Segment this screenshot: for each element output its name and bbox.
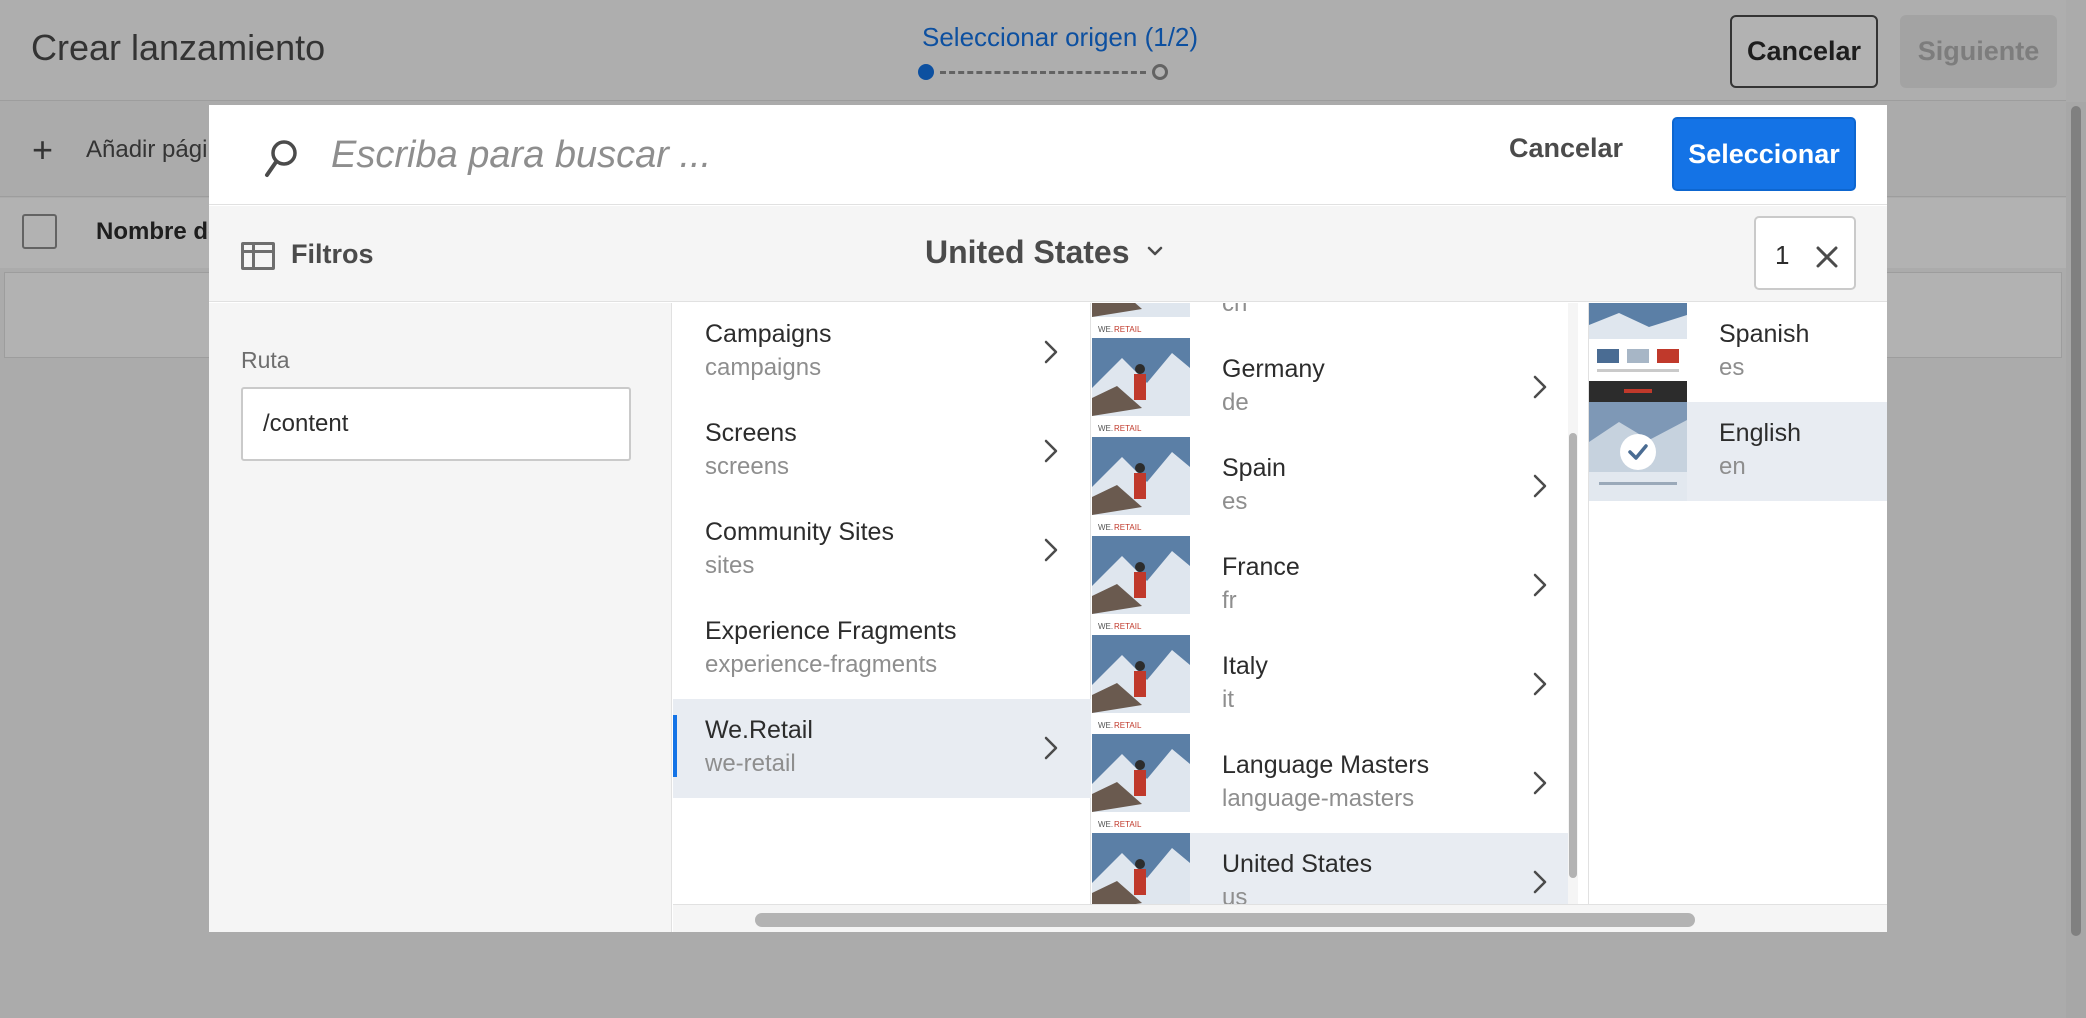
column-root: Campaigns campaigns Screens screens Comm… [673,303,1091,904]
thumbnail: WE. RETAIL [1092,635,1190,734]
filters-panel-icon[interactable] [241,242,275,270]
search-bar: Cancelar Seleccionar [209,105,1887,205]
thumbnail: WE. RETAIL [1092,437,1190,536]
item-name: campaigns [705,354,822,381]
item-name: we-retail [705,750,796,777]
chevron-right-icon[interactable] [1043,339,1059,365]
selected-check-icon[interactable] [1620,434,1656,470]
svg-text:RETAIL: RETAIL [1114,721,1142,730]
item-title: Language Masters [1222,751,1430,779]
chevron-right-icon[interactable] [1043,537,1059,563]
list-item-selected[interactable]: English en [1589,402,1887,501]
thumbnail: WE. RETAIL [1092,734,1190,833]
svg-text:RETAIL: RETAIL [1114,325,1142,334]
item-title: Germany [1222,355,1325,383]
close-icon[interactable] [1814,244,1840,270]
filters-toggle[interactable]: Filtros [291,239,374,270]
item-title: We.Retail [705,716,813,744]
chevron-right-icon[interactable] [1532,374,1548,400]
select-source-dialog: Cancelar Seleccionar Filtros United Stat… [209,105,1887,932]
item-title: France [1222,553,1300,581]
item-title: Screens [705,419,797,447]
svg-text:WE.: WE. [1098,721,1113,730]
dialog-cancel-button[interactable]: Cancelar [1509,133,1623,164]
column-browser: Campaigns campaigns Screens screens Comm… [673,303,1887,904]
chevron-right-icon[interactable] [1532,473,1548,499]
list-item[interactable]: Screens screens [673,402,1091,501]
svg-text:RETAIL: RETAIL [1114,424,1142,433]
dialog-select-button[interactable]: Seleccionar [1672,117,1856,191]
selection-count[interactable]: 1 [1754,216,1856,290]
item-name: experience-fragments [705,651,938,678]
thumbnail [1589,303,1687,402]
search-input[interactable] [331,127,1431,183]
list-item[interactable]: WE. RETAIL France fr [1092,536,1578,635]
thumbnail [1092,833,1190,904]
list-item[interactable]: WE. RETAIL Italy it [1092,635,1578,734]
chevron-right-icon[interactable] [1532,572,1548,598]
path-label: Ruta [241,347,290,373]
path-field[interactable] [241,387,631,461]
list-item-selected[interactable]: We.Retail we-retail [673,699,1091,798]
chevron-right-icon[interactable] [1532,770,1548,796]
list-item-selected[interactable]: United States us [1092,833,1578,904]
item-title: English [1719,419,1801,447]
horizontal-scrollbar[interactable] [673,904,1887,932]
svg-text:WE.: WE. [1098,424,1113,433]
item-name: it [1222,686,1234,713]
column-scrollbar-thumb[interactable] [1569,433,1577,878]
thumbnail: WE. RETAIL [1092,338,1190,437]
horizontal-scrollbar-thumb[interactable] [755,913,1695,927]
svg-text:RETAIL: RETAIL [1114,523,1142,532]
list-item[interactable]: Spanish es [1589,303,1887,402]
item-title: Spanish [1719,320,1810,348]
svg-text:WE.: WE. [1098,622,1113,631]
list-item[interactable]: WE. RETAIL cn [1092,303,1578,338]
list-item[interactable]: Campaigns campaigns [673,303,1091,402]
item-title: Campaigns [705,320,832,348]
browser-toolbar: Filtros United States 1 [209,206,1887,302]
item-title: Experience Fragments [705,617,957,645]
list-item[interactable]: WE. RETAIL Language Masters language-mast… [1092,734,1578,833]
item-title: Spain [1222,454,1286,482]
item-name: fr [1222,587,1237,614]
selection-count-value: 1 [1775,240,1790,270]
chevron-right-icon[interactable] [1043,438,1059,464]
item-name: en [1719,453,1746,480]
item-name: es [1222,488,1248,515]
thumbnail [1589,402,1687,501]
svg-text:RETAIL: RETAIL [1114,820,1142,829]
chevron-down-icon[interactable] [1144,240,1166,262]
column-scrollbar[interactable] [1568,303,1578,904]
list-item[interactable]: WE. RETAIL Germany de [1092,338,1578,437]
item-title: Community Sites [705,518,894,546]
search-icon [265,140,297,177]
chevron-right-icon[interactable] [1532,671,1548,697]
breadcrumb[interactable]: United States [925,234,1129,271]
thumbnail: WE. RETAIL [1092,303,1190,338]
item-name: cn [1222,303,1248,317]
svg-text:WE.: WE. [1098,820,1113,829]
svg-text:RETAIL: RETAIL [1114,622,1142,631]
item-name: language-masters [1222,785,1415,812]
svg-text:WE.: WE. [1098,325,1113,334]
list-item[interactable]: Community Sites sites [673,501,1091,600]
chevron-right-icon[interactable] [1532,869,1548,895]
column-we-retail: WE. RETAIL cn WE. RETAIL Germany de WE. RET… [1092,303,1578,904]
chevron-right-icon[interactable] [1043,735,1059,761]
item-name: screens [705,453,790,480]
item-title: United States [1222,850,1373,878]
column-united-states: Spanish es English en [1588,303,1887,904]
item-name: sites [705,552,755,579]
item-name: us [1222,884,1248,904]
item-name: de [1222,389,1249,416]
item-name: es [1719,354,1745,381]
list-item[interactable]: WE. RETAIL Spain es [1092,437,1578,536]
selection-indicator [673,715,677,777]
list-item[interactable]: Experience Fragments experience-fragment… [673,600,1091,699]
item-title: Italy [1222,652,1268,680]
thumbnail: WE. RETAIL [1092,536,1190,635]
filters-panel: Ruta [209,303,672,932]
svg-text:WE.: WE. [1098,523,1113,532]
